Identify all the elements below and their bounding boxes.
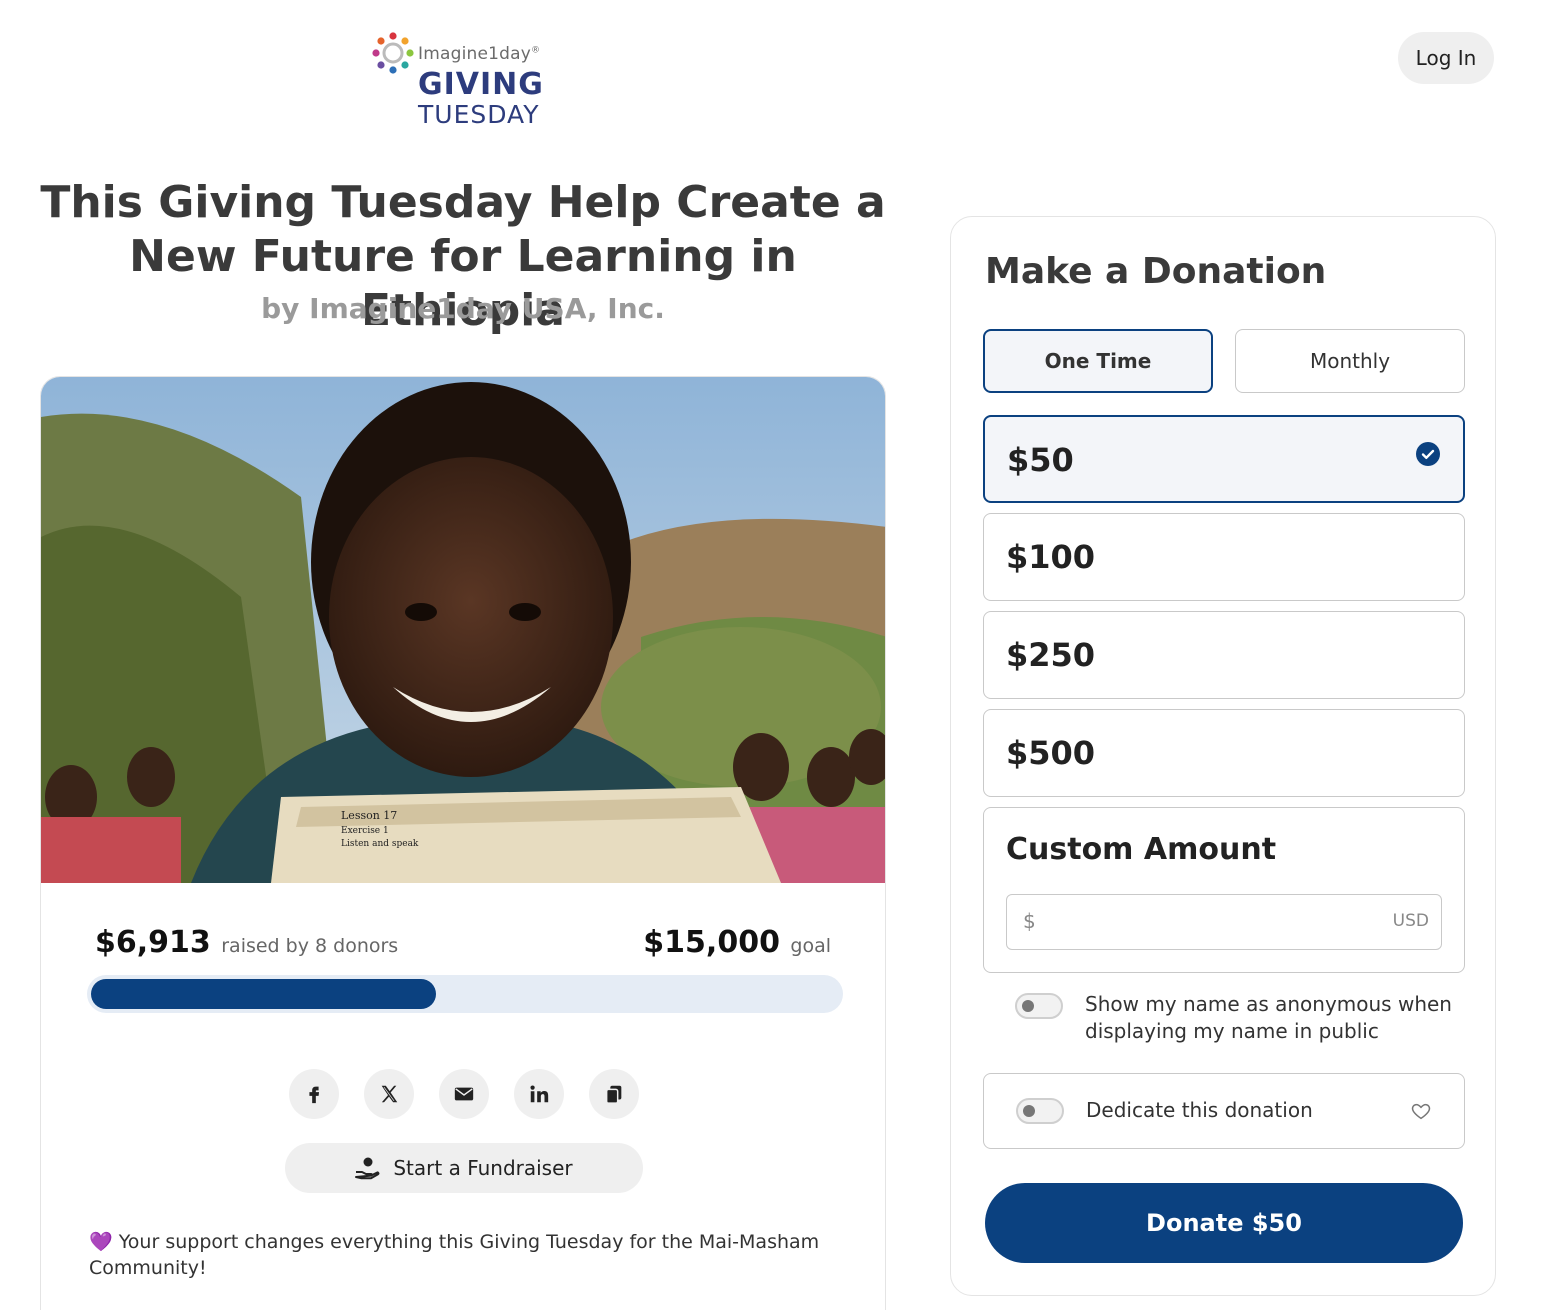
campaign-message-text: Your support changes everything this Giv… xyxy=(89,1231,820,1279)
campaign-hero-image: Lesson 17 Exercise 1 Listen and speak xyxy=(41,377,885,883)
campaign-card: Lesson 17 Exercise 1 Listen and speak $6… xyxy=(40,376,886,1310)
share-facebook-button[interactable] xyxy=(289,1069,339,1119)
start-fundraiser-label: Start a Fundraiser xyxy=(393,1156,573,1180)
goal-summary: $15,000 goal xyxy=(643,925,831,960)
amount-option-250[interactable]: $250 xyxy=(983,611,1465,699)
monthly-button[interactable]: Monthly xyxy=(1235,329,1465,393)
x-icon xyxy=(381,1085,398,1103)
toggle-knob xyxy=(1022,1000,1034,1012)
dedicate-donation-row[interactable]: Dedicate this donation xyxy=(983,1073,1465,1149)
campaign-byline[interactable]: by Imagine1day USA, Inc. xyxy=(40,292,886,325)
people-ring-icon xyxy=(372,32,414,74)
goal-amount: $15,000 xyxy=(643,925,780,960)
amount-option-label: $100 xyxy=(1006,538,1096,576)
login-button[interactable]: Log In xyxy=(1398,32,1494,84)
copy-link-icon xyxy=(605,1085,622,1104)
check-circle-icon xyxy=(1416,442,1440,466)
heart-outline-icon xyxy=(1411,1103,1431,1120)
book-text-line-3: Listen and speak xyxy=(341,839,419,849)
donate-button[interactable]: Donate $50 xyxy=(985,1183,1463,1263)
donation-title: Make a Donation xyxy=(985,251,1327,292)
dedicate-toggle[interactable] xyxy=(1016,1098,1064,1124)
progress-bar xyxy=(87,975,843,1013)
linkedin-icon xyxy=(530,1085,549,1103)
imagine1day-logo[interactable]: Imagine1day® GIVING TUESDAY xyxy=(372,30,552,130)
raised-donors-text: raised by 8 donors xyxy=(221,935,399,957)
hand-heart-icon xyxy=(355,1157,380,1180)
raised-summary: $6,913 raised by 8 donors xyxy=(95,925,398,960)
raised-amount: $6,913 xyxy=(95,925,211,960)
donation-panel: Make a Donation One Time Monthly $50 $10… xyxy=(950,216,1496,1296)
anonymous-toggle[interactable] xyxy=(1015,993,1063,1019)
logo-giving-text: GIVING xyxy=(418,67,544,102)
share-email-button[interactable] xyxy=(439,1069,489,1119)
copy-link-button[interactable] xyxy=(589,1069,639,1119)
book-text-line-2: Exercise 1 xyxy=(341,826,389,836)
logo-tuesday-text: TUESDAY xyxy=(418,100,540,129)
custom-amount-input[interactable] xyxy=(1047,903,1367,941)
purple-heart-icon: 💜 xyxy=(89,1231,113,1253)
share-x-button[interactable] xyxy=(364,1069,414,1119)
dedicate-label: Dedicate this donation xyxy=(1086,1098,1313,1122)
amount-option-50[interactable]: $50 xyxy=(983,415,1465,503)
anonymous-label: Show my name as anonymous when displayin… xyxy=(1085,992,1452,1043)
share-linkedin-button[interactable] xyxy=(514,1069,564,1119)
share-buttons xyxy=(289,1069,639,1119)
toggle-knob xyxy=(1023,1105,1035,1117)
amount-option-100[interactable]: $100 xyxy=(983,513,1465,601)
email-icon xyxy=(454,1087,474,1101)
currency-symbol: $ xyxy=(1023,909,1036,933)
custom-amount-box: Custom Amount $ USD xyxy=(983,807,1465,973)
one-time-button[interactable]: One Time xyxy=(983,329,1213,393)
amount-option-label: $50 xyxy=(1007,441,1074,479)
amount-option-label: $500 xyxy=(1006,734,1096,772)
amount-option-500[interactable]: $500 xyxy=(983,709,1465,797)
progress-bar-fill xyxy=(91,979,436,1009)
amount-option-label: $250 xyxy=(1006,636,1096,674)
currency-code: USD xyxy=(1392,911,1429,931)
facebook-icon xyxy=(309,1086,320,1104)
campaign-message: 💜 Your support changes everything this G… xyxy=(89,1229,849,1281)
book-text-line-1: Lesson 17 xyxy=(341,809,397,822)
start-fundraiser-button[interactable]: Start a Fundraiser xyxy=(285,1143,643,1193)
custom-amount-field[interactable]: $ USD xyxy=(1006,894,1442,950)
logo-org-name: Imagine1day® xyxy=(418,44,541,64)
goal-label: goal xyxy=(790,935,831,957)
custom-amount-title: Custom Amount xyxy=(1006,832,1277,867)
